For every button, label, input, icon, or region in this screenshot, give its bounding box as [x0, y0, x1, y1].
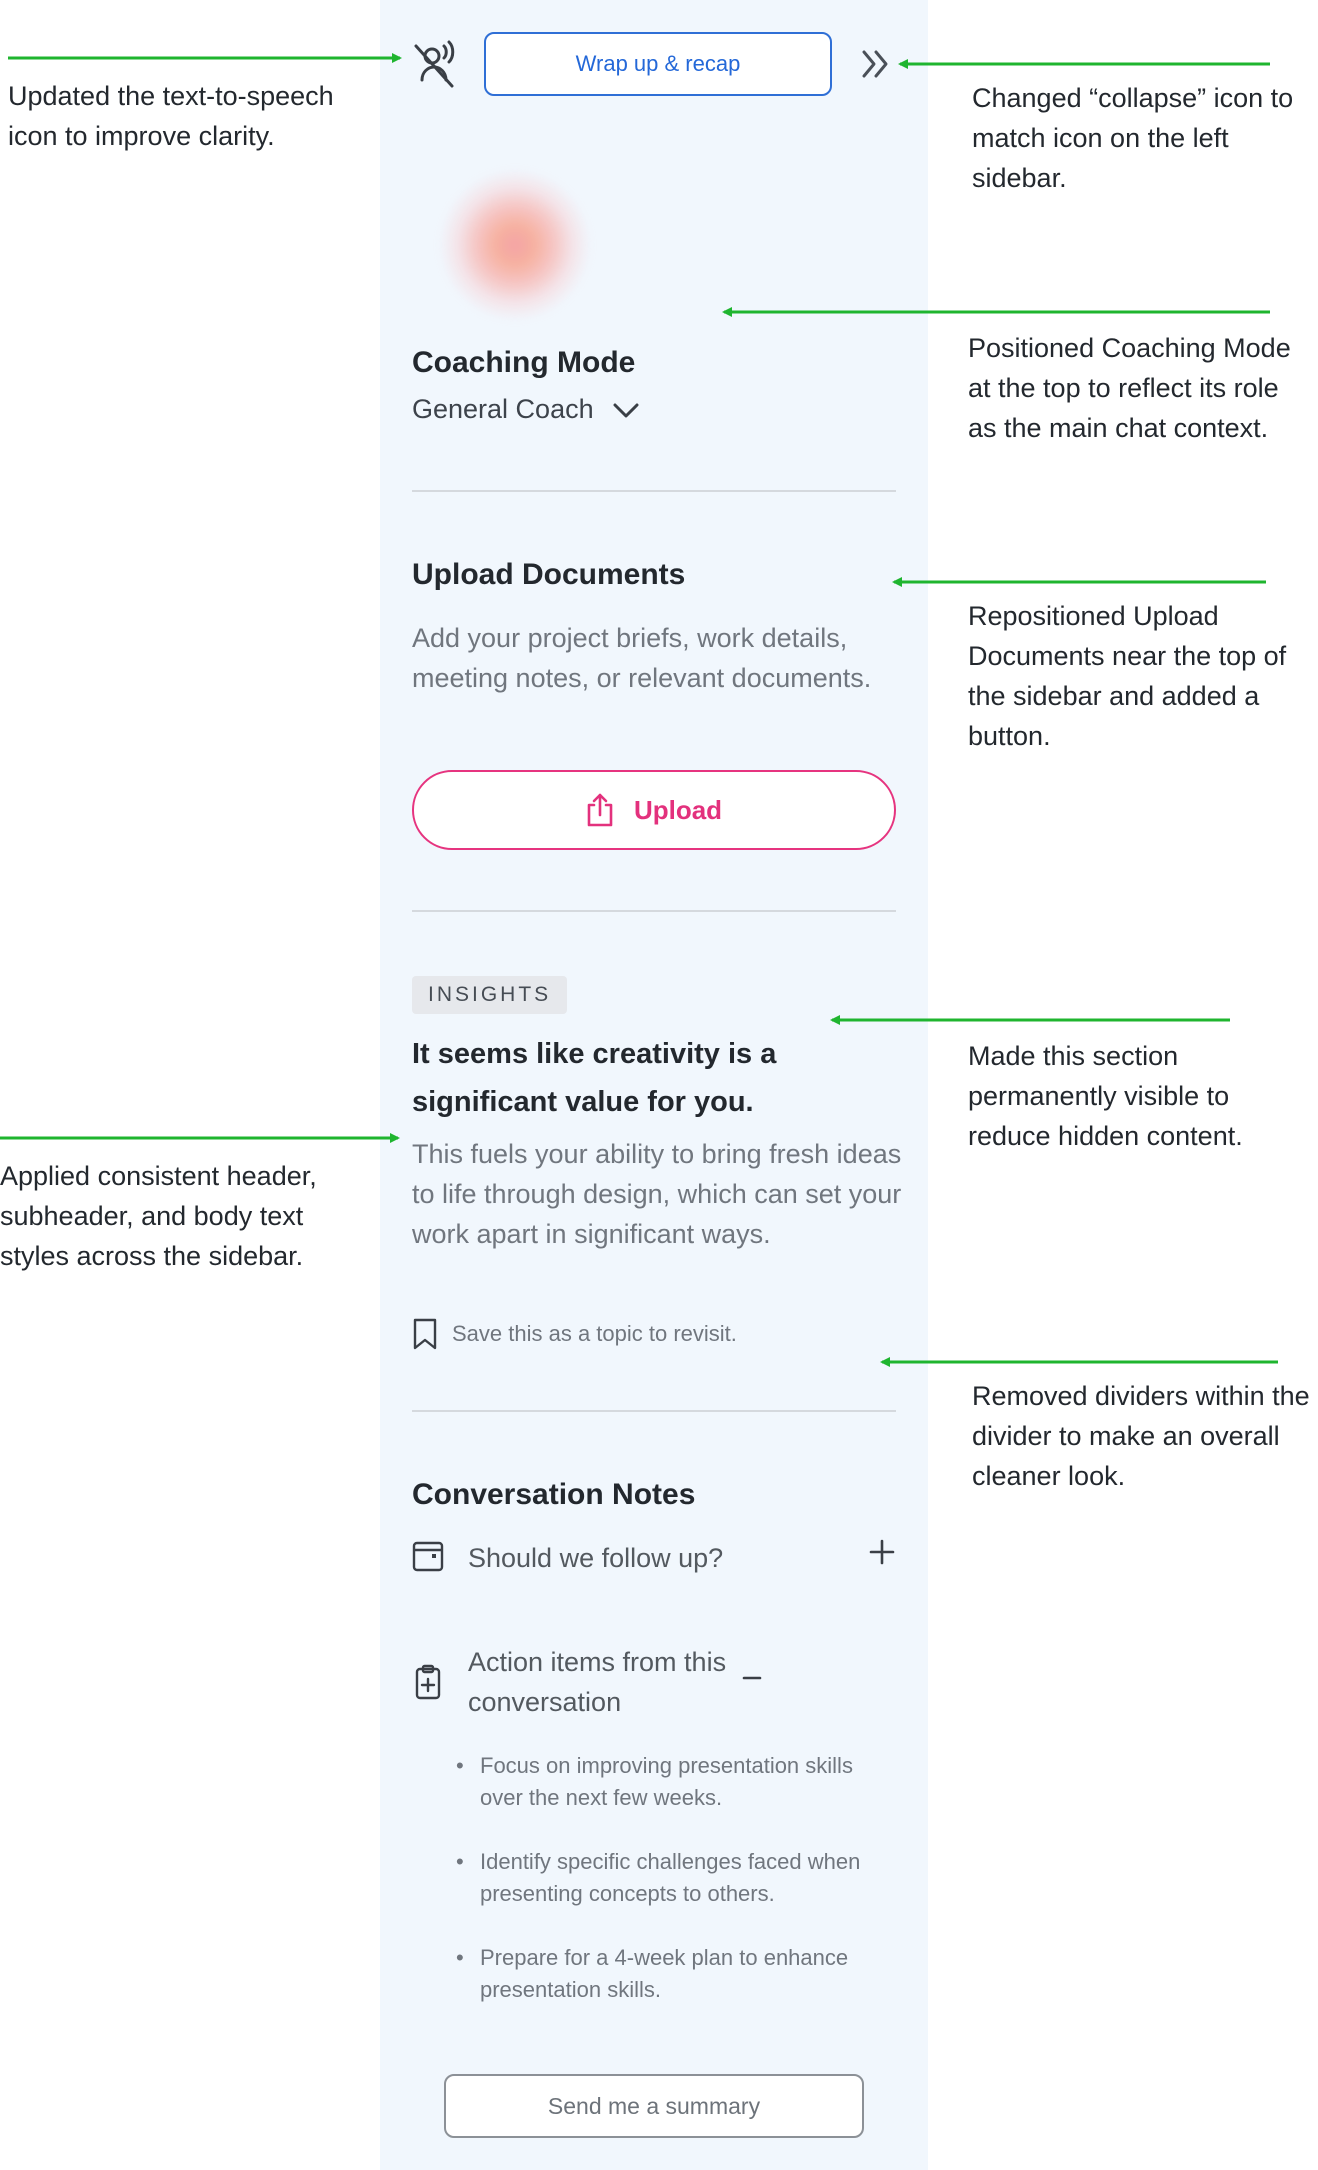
annotation-coaching: Positioned Coaching Mode at the top to r… [968, 333, 1291, 443]
annotation-upload: Repositioned Upload Documents near the t… [968, 601, 1287, 751]
annotation-tts: Updated the text-to-speech icon to impro… [8, 81, 334, 151]
annotation-styles: Applied consistent header, subheader, an… [0, 1161, 317, 1271]
annotation-collapse: Changed “collapse” icon to match icon on… [972, 83, 1294, 193]
annotation-dividers: Removed dividers within the divider to m… [972, 1381, 1310, 1491]
annotation-insights: Made this section permanently visible to… [968, 1041, 1243, 1151]
